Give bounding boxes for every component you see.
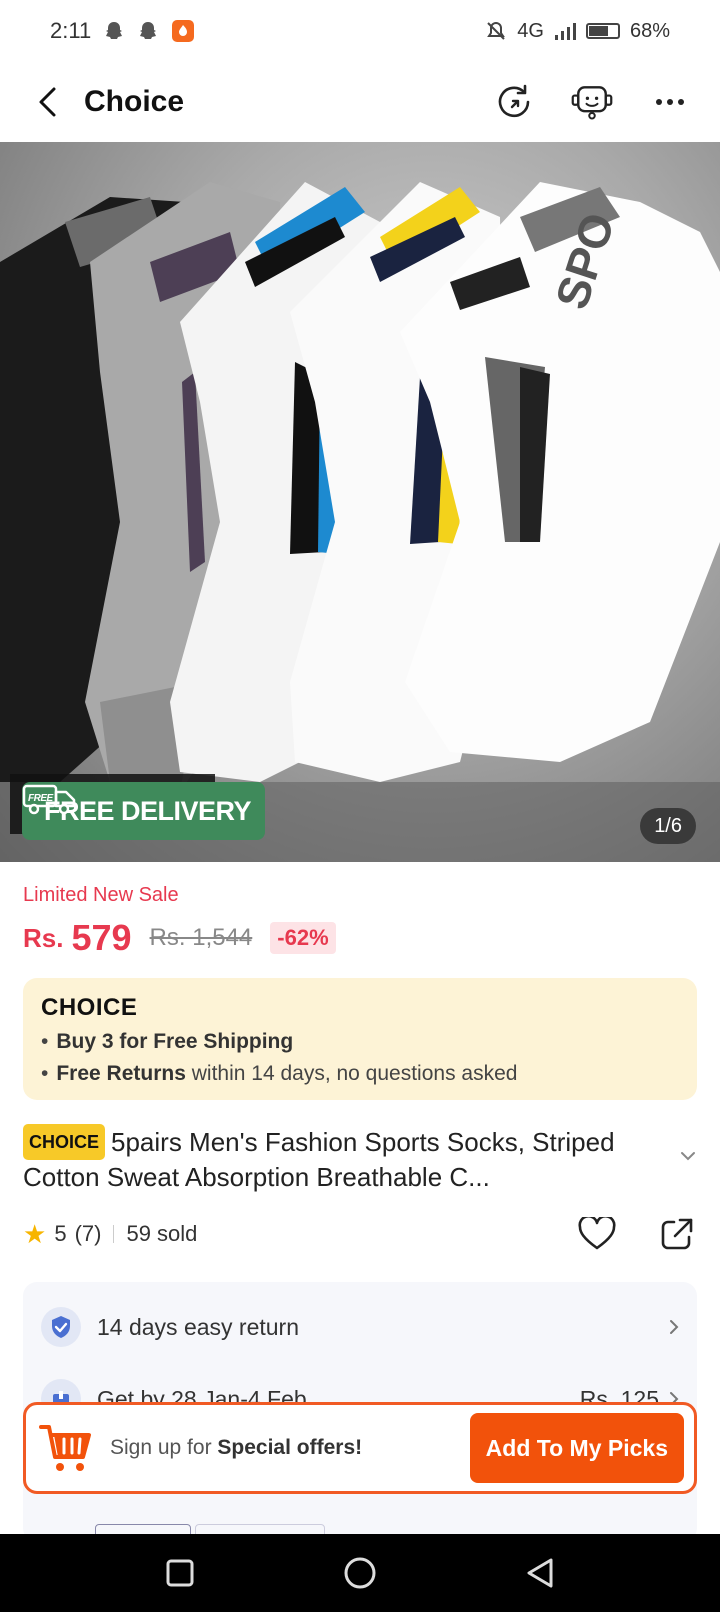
page-title: Choice bbox=[84, 85, 185, 118]
recents-button[interactable] bbox=[150, 1543, 210, 1603]
share-button[interactable] bbox=[657, 1214, 697, 1254]
recents-icon bbox=[166, 1559, 194, 1587]
benefit-returns: • Free Returns within 14 days, no questio… bbox=[41, 1062, 518, 1085]
status-bar: 2:11 4G 68% bbox=[0, 0, 720, 62]
status-time: 2:11 bbox=[50, 18, 92, 43]
special-offers-bar: Sign up for Special offers! Add To My Pi… bbox=[23, 1402, 697, 1494]
rating-score: 5 bbox=[54, 1221, 67, 1246]
current-price: 579 bbox=[71, 917, 132, 958]
free-delivery-badge: FREE FREE DELIVERY bbox=[22, 782, 266, 840]
snapchat-icon bbox=[103, 20, 125, 42]
price-currency: Rs. bbox=[23, 922, 64, 953]
rating-row: ★ 5 (7) 59 sold bbox=[23, 1212, 697, 1256]
wishlist-button[interactable] bbox=[577, 1214, 617, 1254]
shopping-cart-icon bbox=[38, 1420, 94, 1476]
mute-icon bbox=[485, 20, 507, 42]
nav-back-button[interactable] bbox=[510, 1543, 570, 1603]
more-options-button[interactable] bbox=[648, 80, 692, 124]
top-app-bar: Choice bbox=[0, 62, 720, 142]
peeking-content bbox=[23, 1520, 697, 1534]
back-arrow-icon bbox=[39, 87, 56, 117]
choice-tag: CHOICE bbox=[23, 1124, 106, 1160]
sold-count: 59 sold bbox=[126, 1221, 198, 1246]
image-counter: 1/6 bbox=[640, 808, 696, 844]
battery-icon bbox=[585, 23, 620, 39]
original-price: Rs. 1,544 bbox=[149, 924, 253, 951]
svg-text:FREE: FREE bbox=[28, 793, 54, 804]
return-label: 14 days easy return bbox=[97, 1313, 300, 1340]
discount-badge: -62% bbox=[270, 922, 336, 954]
promo-text: Sign up for Special offers! bbox=[110, 1436, 363, 1459]
history-button[interactable] bbox=[492, 80, 536, 124]
price-section: Limited New Sale Rs. 579 Rs. 1,544 -62% bbox=[23, 884, 697, 959]
benefit-shipping: • Buy 3 for Free Shipping bbox=[41, 1030, 294, 1053]
system-navigation-bar bbox=[0, 1534, 720, 1612]
back-triangle-icon bbox=[527, 1558, 553, 1588]
snapchat-icon bbox=[137, 20, 159, 42]
customer-service-icon bbox=[571, 86, 613, 120]
back-button[interactable] bbox=[28, 82, 68, 122]
chevron-right-icon bbox=[670, 1320, 679, 1334]
sale-label: Limited New Sale bbox=[23, 884, 179, 906]
more-dots-icon bbox=[656, 99, 684, 105]
shield-check-icon bbox=[41, 1307, 81, 1347]
choice-benefits-card[interactable]: CHOICE • Buy 3 for Free Shipping • Free Re… bbox=[23, 978, 697, 1100]
review-count[interactable]: (7) bbox=[75, 1221, 102, 1247]
choice-logo: CHOICE bbox=[41, 994, 138, 1021]
home-icon bbox=[344, 1557, 376, 1589]
return-policy-row[interactable]: 14 days easy return bbox=[41, 1304, 679, 1350]
home-button[interactable] bbox=[330, 1543, 390, 1603]
product-title[interactable]: CHOICE 5pairs Men's Fashion Sports Socks,… bbox=[23, 1124, 663, 1194]
product-photo-socks: SPO bbox=[0, 182, 720, 862]
peek-chip bbox=[95, 1524, 191, 1534]
divider bbox=[113, 1225, 115, 1243]
network-type: 4G bbox=[517, 19, 544, 42]
product-image-carousel[interactable]: SPO FREE FREE DELIVERY 1/6 bbox=[0, 142, 720, 862]
heart-icon bbox=[578, 1217, 616, 1250]
signal-icon bbox=[554, 21, 576, 41]
app-notification-icon bbox=[171, 19, 195, 43]
history-icon bbox=[498, 84, 530, 118]
star-icon: ★ bbox=[23, 1218, 47, 1249]
expand-title-chevron-icon[interactable] bbox=[680, 1148, 696, 1166]
share-icon bbox=[661, 1218, 693, 1250]
battery-percent: 68% bbox=[629, 19, 670, 42]
customer-service-button[interactable] bbox=[570, 80, 614, 124]
peek-chip bbox=[195, 1524, 325, 1534]
add-to-my-picks-button[interactable]: Add To My Picks bbox=[469, 1413, 684, 1483]
